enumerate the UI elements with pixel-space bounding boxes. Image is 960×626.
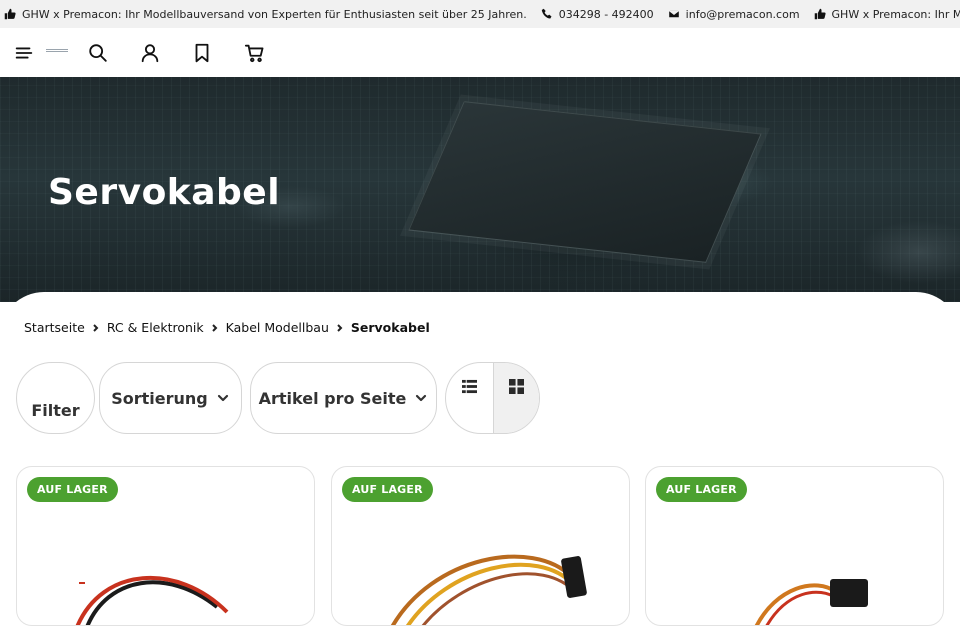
cart-icon [244, 44, 264, 63]
thumbs-up-icon [4, 8, 16, 20]
announcement-item: GHW x Premacon: Ihr Modellbauversand von… [4, 8, 527, 21]
view-toggle [445, 362, 540, 434]
chevron-right-icon [329, 321, 351, 335]
chevron-right-icon [204, 321, 226, 335]
sort-label: Sortierung [111, 388, 208, 408]
chevron-down-icon [416, 394, 427, 402]
site-header [0, 28, 960, 77]
breadcrumb-item-startseite[interactable]: Startseite [24, 320, 85, 335]
stock-badge: AUF LAGER [27, 477, 118, 502]
stock-badge: AUF LAGER [342, 477, 433, 502]
announcement-text: GHW x Premacon: Ihr Modellbauversand von… [22, 7, 527, 21]
phone-icon [541, 8, 552, 19]
announcement-bar: GHW x Premacon: Ihr Modellbauversand von… [0, 0, 960, 28]
bookmark-icon [195, 43, 209, 63]
hero-banner: Servokabel [0, 77, 960, 302]
product-card[interactable]: AUF LAGER [645, 466, 944, 626]
breadcrumb-item-kabel-modellbau[interactable]: Kabel Modellbau [226, 320, 329, 335]
chevron-right-icon [85, 321, 107, 335]
account-button[interactable] [135, 38, 165, 68]
items-per-page-dropdown[interactable]: Artikel pro Seite [250, 362, 437, 434]
wishlist-button[interactable] [187, 38, 217, 68]
search-button[interactable] [83, 38, 113, 68]
announcement-text: GHW x Premacon: Ihr Modellbauversand von… [831, 7, 960, 21]
perpage-label: Artikel pro Seite [258, 388, 407, 408]
mail-link[interactable]: info@premacon.com [667, 7, 800, 21]
filter-label: Filter [31, 400, 80, 420]
search-icon [89, 44, 107, 62]
logo[interactable] [46, 49, 68, 53]
chevron-down-icon [217, 394, 228, 402]
list-view-icon [461, 379, 477, 394]
stock-badge: AUF LAGER [656, 477, 747, 502]
sort-dropdown[interactable]: Sortierung [99, 362, 242, 434]
grid-view-icon [508, 379, 524, 394]
main-content: Startseite RC & Elektronik Kabel Modellb… [0, 292, 960, 626]
product-card[interactable]: AUF LAGER [16, 466, 315, 626]
grid-view-button[interactable] [492, 363, 539, 433]
mail-text: info@premacon.com [685, 7, 800, 21]
list-view-button[interactable] [446, 363, 493, 433]
announcement-item: GHW x Premacon: Ihr Modellbauversand von… [814, 8, 960, 21]
product-card[interactable]: AUF LAGER [331, 466, 630, 626]
breadcrumb-item-rc-elektronik[interactable]: RC & Elektronik [107, 320, 204, 335]
mail-icon [667, 9, 680, 19]
phone-text: 034298 - 492400 [558, 7, 654, 21]
filter-button[interactable]: Filter [16, 362, 95, 434]
page-title: Servokabel [48, 172, 281, 213]
account-icon [141, 44, 159, 63]
menu-icon [15, 47, 33, 59]
phone-link[interactable]: 034298 - 492400 [541, 8, 654, 21]
cart-button[interactable] [240, 38, 270, 68]
thumbs-up-icon [814, 8, 826, 20]
breadcrumb-current: Servokabel [350, 320, 430, 335]
breadcrumb: Startseite RC & Elektronik Kabel Modellb… [24, 320, 430, 335]
menu-button[interactable] [9, 38, 39, 68]
